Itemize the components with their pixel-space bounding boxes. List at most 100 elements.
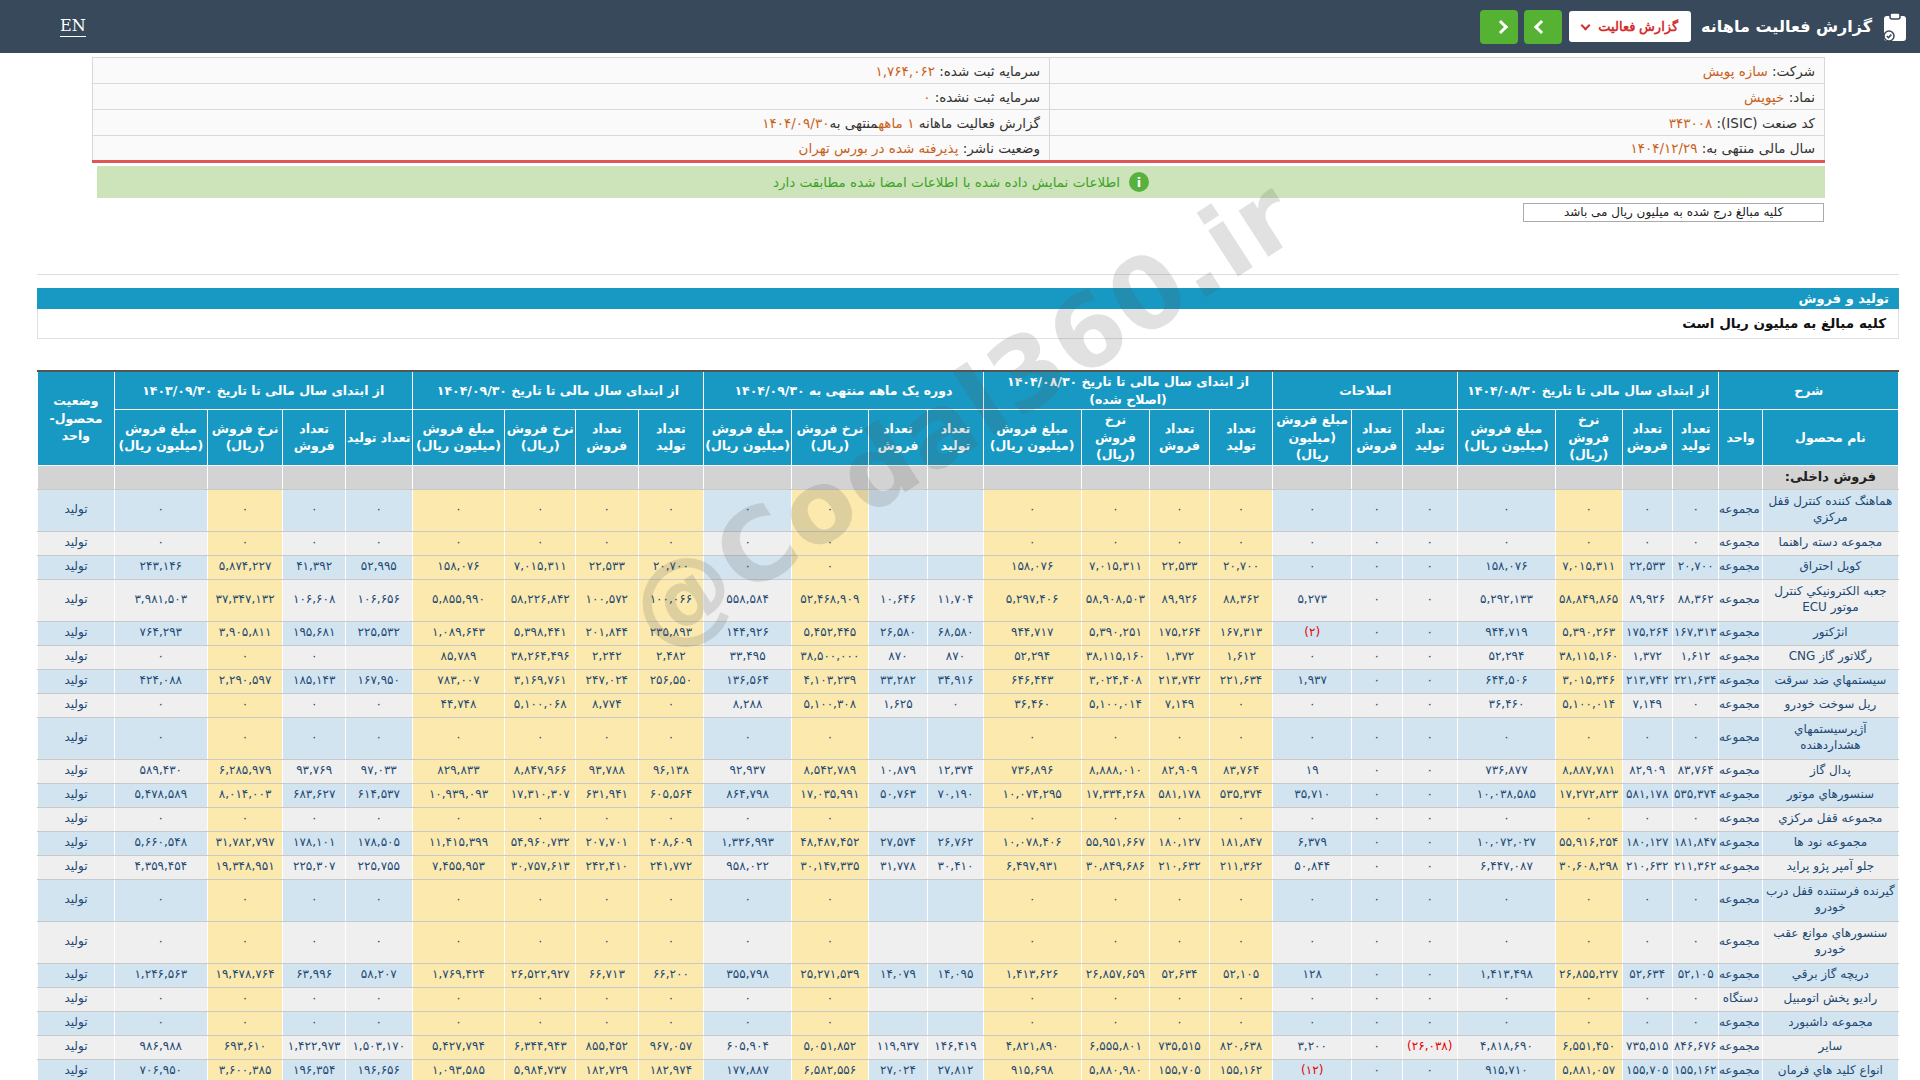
report-type-dropdown[interactable]: گزارش فعالیت — [1569, 11, 1691, 42]
value-cell: ۷,۱۴۹ — [1622, 693, 1672, 717]
value-cell — [868, 717, 928, 759]
value-cell: ۱۶۷,۹۵۰ — [345, 669, 412, 693]
unit-cell: مجموعه — [1719, 531, 1762, 555]
info-value: ۱,۷۶۴,۰۶۲ — [876, 63, 935, 79]
value-cell: ۵۳۵,۳۷۴ — [1672, 783, 1718, 807]
value-cell: ۲۰۷,۷۰۱ — [576, 831, 639, 855]
value-cell: ۱۰,۰۷۲,۰۲۷ — [1458, 831, 1556, 855]
value-cell: ۲۰۱,۸۴۴ — [576, 621, 639, 645]
product-row: رگلاتور گاز CNGمجموعه۱,۶۱۲۱,۳۷۲۳۸,۱۱۵,۱۶… — [38, 645, 1899, 669]
product-name-cell: رگلاتور گاز CNG — [1762, 645, 1898, 669]
value-cell: ۰ — [576, 531, 639, 555]
value-cell: ۰ — [505, 489, 576, 531]
value-cell: ۳۶,۴۶۰ — [1458, 693, 1556, 717]
value-cell: ۷۰,۱۹۰ — [928, 783, 984, 807]
value-cell: ۵۰,۷۶۳ — [868, 783, 928, 807]
value-cell: ۶۱۴,۵۳۷ — [345, 783, 412, 807]
value-cell: ۷,۰۱۵,۳۱۱ — [1555, 555, 1622, 579]
value-cell: ۰ — [1402, 831, 1458, 855]
value-cell: ۰ — [114, 807, 207, 831]
value-cell: ۰ — [412, 807, 505, 831]
column-header: مبلغ فروش (میلیون ریال) — [1273, 410, 1352, 466]
value-cell: ۵۵۸,۵۸۴ — [704, 579, 792, 621]
value-cell: ۰ — [1273, 531, 1352, 555]
cell — [1150, 465, 1210, 489]
value-cell: ۰ — [505, 921, 576, 963]
value-cell: ۶۰۵,۹۰۴ — [704, 1035, 792, 1059]
value-cell: ۸۵۵,۴۵۲ — [576, 1035, 639, 1059]
language-switch-link[interactable]: EN — [60, 16, 86, 37]
value-cell: ۰ — [704, 1011, 792, 1035]
value-cell: ۲۶,۵۲۲,۹۲۷ — [505, 963, 576, 987]
value-cell: ۸۴۶,۶۷۶ — [1672, 1035, 1718, 1059]
value-cell: ۵۲,۴۶۸,۹۰۹ — [792, 579, 869, 621]
value-cell: ۰ — [638, 489, 704, 531]
value-cell: ۰ — [1555, 717, 1622, 759]
info-row: سال مالی منتهی به: ۱۴۰۴/۱۲/۲۹وضعیت ناشر:… — [93, 136, 1825, 162]
value-cell: ۰ — [704, 531, 792, 555]
unit-cell: مجموعه — [1719, 879, 1762, 921]
value-cell: ۰ — [1209, 717, 1273, 759]
value-cell: ۰ — [1402, 669, 1458, 693]
status-cell: تولید — [38, 693, 115, 717]
value-cell: ۰ — [792, 807, 869, 831]
value-cell: ۰ — [114, 531, 207, 555]
cell — [1719, 465, 1762, 489]
product-row: پدال گازمجموعه۸۳,۷۶۴۸۲,۹۰۹۸,۸۸۷,۷۸۱۷۳۶,۸… — [38, 759, 1899, 783]
product-row: مجموعه داشبوردمجموعه۰۰۰۰۰۰۰۰۰۰۰۰۰۰۰۰۰۰۰۰… — [38, 1011, 1899, 1035]
prev-report-button[interactable] — [1480, 10, 1518, 44]
value-cell: ۳,۱۶۹,۷۶۱ — [505, 669, 576, 693]
value-cell: ۱,۳۷۲ — [1622, 645, 1672, 669]
value-cell: ۰ — [1352, 879, 1402, 921]
value-cell: ۷۸۳,۰۰۷ — [412, 669, 505, 693]
value-cell: ۱۷۸,۱۰۱ — [283, 831, 346, 855]
group-row: فروش داخلی: — [38, 465, 1899, 489]
status-cell: تولید — [38, 807, 115, 831]
info-cell-right: سال مالی منتهی به: ۱۴۰۴/۱۲/۲۹ — [1050, 136, 1825, 162]
value-cell: ۲۴۷,۰۲۴ — [576, 669, 639, 693]
info-value: ۱ ماهه — [878, 115, 914, 131]
section-subtitle: کلیه مبالغ به میلیون ریال است — [37, 309, 1899, 339]
cell — [114, 465, 207, 489]
product-name-cell: ریل سوخت خودرو — [1762, 693, 1898, 717]
value-cell: ۲۶,۷۶۲ — [928, 831, 984, 855]
value-cell: ۳۳,۴۹۵ — [704, 645, 792, 669]
value-cell: ۰ — [704, 987, 792, 1011]
product-row: مجموعه دسته راهنمامجموعه۰۰۰۰۰۰۰۰۰۰۰۰۰۰۰۰… — [38, 531, 1899, 555]
value-cell: ۰ — [1458, 807, 1556, 831]
cell — [283, 465, 346, 489]
value-cell: ۰ — [1081, 987, 1150, 1011]
next-report-button[interactable] — [1524, 10, 1562, 44]
value-cell: ۱۹,۳۴۸,۹۵۱ — [207, 855, 283, 879]
unit-cell: مجموعه — [1719, 579, 1762, 621]
column-header: مبلغ فروش (میلیون ریال) — [114, 410, 207, 466]
value-cell: ۱۸۵,۱۴۳ — [283, 669, 346, 693]
value-cell: ۹۱۵,۶۹۸ — [983, 1059, 1081, 1080]
column-header: تعداد تولید — [1672, 410, 1718, 466]
value-cell: ۱۵۵,۷۰۵ — [1622, 1059, 1672, 1080]
value-cell: ۰ — [412, 879, 505, 921]
value-cell: ۰ — [1672, 531, 1718, 555]
value-cell: ۱,۴۱۳,۶۲۶ — [983, 963, 1081, 987]
unit-cell: مجموعه — [1719, 693, 1762, 717]
value-cell: ۱۷,۳۳۴,۲۶۸ — [1081, 783, 1150, 807]
value-cell: ۰ — [983, 1011, 1081, 1035]
value-cell: ۳,۹۰۵,۸۱۱ — [207, 621, 283, 645]
cell — [1458, 465, 1556, 489]
value-cell: ۰ — [1402, 963, 1458, 987]
value-cell: ۵,۳۹۸,۴۴۱ — [505, 621, 576, 645]
value-cell: ۰ — [1622, 921, 1672, 963]
status-cell: تولید — [38, 645, 115, 669]
value-cell — [868, 879, 928, 921]
column-header: واحد — [1719, 410, 1762, 466]
value-cell: ۰ — [792, 555, 869, 579]
value-cell: ۰ — [1622, 717, 1672, 759]
cell — [1273, 465, 1352, 489]
product-name-cell: کویل احتراق — [1762, 555, 1898, 579]
value-cell: ۸۲,۹۰۹ — [1150, 759, 1210, 783]
column-header: نرخ فروش (ریال) — [792, 410, 869, 466]
status-cell: تولید — [38, 783, 115, 807]
value-cell: ۸,۲۸۸ — [704, 693, 792, 717]
value-cell: ۱۰,۰۷۸,۴۰۶ — [983, 831, 1081, 855]
value-cell: ۰ — [1458, 489, 1556, 531]
